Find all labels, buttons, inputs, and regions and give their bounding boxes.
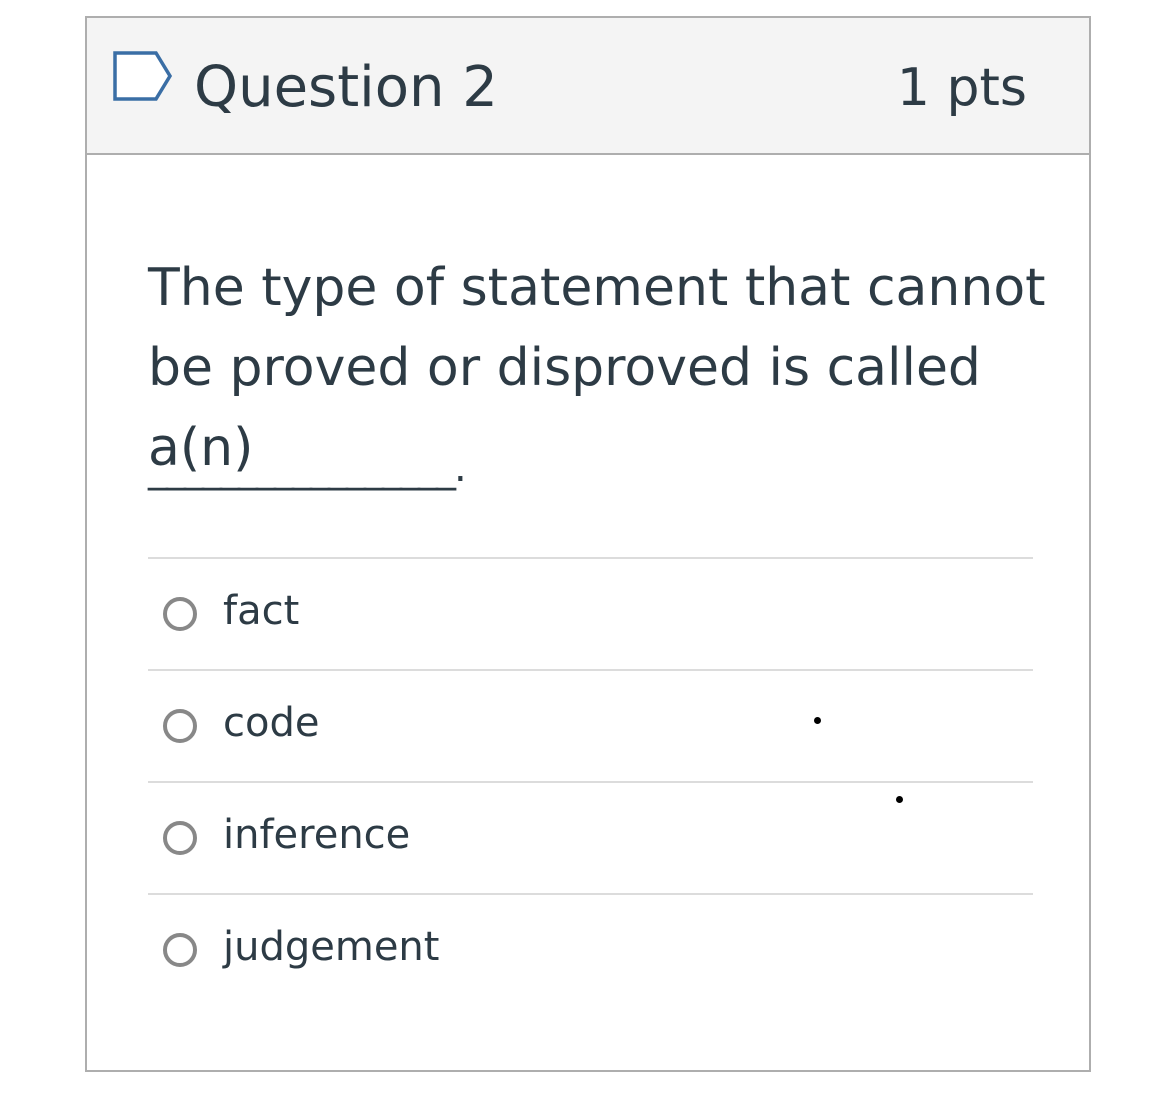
answer-option-fact[interactable]: fact [148, 557, 1033, 669]
answer-label: fact [223, 588, 300, 634]
flag-icon[interactable] [112, 50, 174, 102]
question-points: 1 pts [896, 58, 1027, 118]
answer-option-judgement[interactable]: judgement [148, 893, 1033, 1005]
radio-unchecked-icon[interactable] [163, 933, 197, 967]
radio-unchecked-icon[interactable] [163, 597, 197, 631]
answer-option-code[interactable]: code [148, 669, 1033, 781]
stray-dot [814, 717, 821, 724]
stray-dot [896, 796, 903, 803]
question-card: Question 2 1 pts The type of statement t… [85, 16, 1091, 1072]
answer-label: judgement [223, 924, 440, 970]
radio-unchecked-icon[interactable] [163, 709, 197, 743]
question-title: Question 2 [194, 55, 498, 120]
radio-unchecked-icon[interactable] [163, 821, 197, 855]
answer-list: fact code inference judgement [148, 557, 1033, 1005]
answer-blank: _________________. [148, 445, 467, 491]
answer-label: inference [223, 812, 411, 858]
answer-label: code [223, 700, 320, 746]
question-header: Question 2 1 pts [87, 18, 1089, 155]
